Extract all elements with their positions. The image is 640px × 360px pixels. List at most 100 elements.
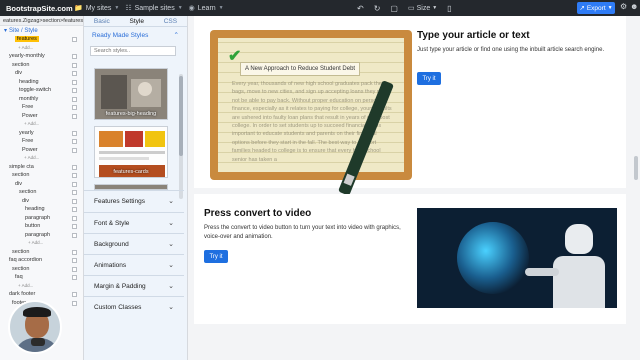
site-style-link[interactable]: ▾ Site / Style	[0, 26, 83, 35]
tree-node[interactable]: features	[0, 35, 83, 44]
tree-node[interactable]: monthly	[0, 95, 83, 104]
visibility-checkbox[interactable]	[72, 88, 77, 93]
tab-style[interactable]: Style	[130, 18, 144, 25]
tree-node[interactable]: div	[0, 180, 83, 189]
tree-node-label: section	[12, 265, 30, 272]
export-button[interactable]: ↗ Export ▼	[577, 2, 615, 14]
size-label: Size	[416, 4, 431, 12]
visibility-checkbox[interactable]	[72, 62, 77, 68]
tree-node[interactable]: dark footer	[0, 290, 83, 299]
visibility-checkbox[interactable]	[72, 130, 77, 136]
canvas-scrollbar[interactable]	[634, 156, 638, 180]
visibility-checkbox[interactable]	[72, 275, 77, 280]
tree-node[interactable]: paragraph	[0, 231, 83, 240]
breadcrumb[interactable]: eatures.Zigzag>section>features 3	[0, 16, 83, 26]
try-it-button[interactable]: Try it	[204, 250, 228, 263]
tree-node[interactable]: Free	[0, 103, 83, 112]
tree-node[interactable]: yearly	[0, 129, 83, 138]
monitor-icon: ▭	[407, 5, 415, 12]
size-dropdown[interactable]: ▭ Size ▼	[407, 4, 437, 13]
undo-icon[interactable]: ↶	[357, 4, 364, 13]
tree-node[interactable]: section	[0, 265, 83, 274]
scrollbar-thumb[interactable]	[179, 76, 183, 156]
tree-node[interactable]: div	[0, 69, 83, 78]
tree-node[interactable]: simple cta	[0, 163, 83, 172]
visibility-checkbox[interactable]	[72, 198, 77, 204]
tab-css[interactable]: CSS	[164, 18, 177, 25]
features-section-top[interactable]: ✔ A New Approach to Reduce Student Debt …	[194, 16, 626, 196]
tree-node-label: + Add...	[28, 240, 44, 245]
style-thumbnail[interactable]: features-big-heading	[94, 68, 168, 120]
tree-node-label: div	[15, 70, 23, 76]
try-it-button[interactable]: Try it	[417, 72, 441, 85]
pinboard-image: ✔ A New Approach to Reduce Student Debt …	[210, 30, 412, 196]
section-label: Features Settings	[94, 197, 145, 205]
tree-node[interactable]: yearly-monthly	[0, 52, 83, 61]
tree-node[interactable]: section	[0, 61, 83, 70]
background-section[interactable]: Background ⌄	[84, 233, 184, 254]
tree-node[interactable]: Free	[0, 137, 83, 146]
visibility-checkbox[interactable]	[72, 96, 77, 102]
animations-section[interactable]: Animations ⌄	[84, 254, 184, 275]
sample-sites-menu[interactable]: ☷ Sample sites ▼	[125, 4, 182, 13]
tree-add-item[interactable]: + Add...	[0, 239, 83, 248]
visibility-checkbox[interactable]	[72, 232, 77, 238]
tree-add-item[interactable]: + Add...	[0, 120, 83, 129]
visibility-checkbox[interactable]	[72, 164, 77, 170]
visibility-checkbox[interactable]	[72, 105, 77, 110]
style-thumbnail[interactable]: features-cards	[94, 126, 168, 178]
visibility-checkbox[interactable]	[72, 249, 77, 255]
visibility-checkbox[interactable]	[72, 37, 77, 42]
visibility-checkbox[interactable]	[72, 258, 77, 263]
visibility-checkbox[interactable]	[72, 54, 77, 59]
visibility-checkbox[interactable]	[72, 207, 77, 212]
section-label: Font & Style	[94, 219, 130, 227]
tab-basic[interactable]: Basic	[94, 18, 110, 25]
user-icon[interactable]: ☻	[630, 2, 638, 11]
visibility-checkbox[interactable]	[72, 71, 77, 76]
my-sites-menu[interactable]: 📁 My sites ▼	[74, 4, 119, 13]
visibility-checkbox[interactable]	[72, 292, 77, 297]
tree-add-item[interactable]: + Add...	[0, 44, 83, 53]
tree-node[interactable]: heading	[0, 78, 83, 87]
visibility-checkbox[interactable]	[72, 300, 77, 306]
style-search-input[interactable]	[90, 46, 176, 56]
tree-add-item[interactable]: + Add...	[0, 154, 83, 163]
tree-node-label: heading	[19, 78, 39, 85]
visibility-checkbox[interactable]	[72, 113, 77, 119]
tree-node[interactable]: toggle-switch	[0, 86, 83, 95]
visibility-checkbox[interactable]	[72, 266, 77, 272]
styles-scrollbar[interactable]	[179, 74, 183, 199]
visibility-checkbox[interactable]	[72, 215, 77, 221]
visibility-checkbox[interactable]	[72, 173, 77, 178]
learn-menu[interactable]: ◉ Learn ▼	[189, 4, 224, 13]
tree-node[interactable]: faq	[0, 273, 83, 282]
ready-made-styles-header[interactable]: Ready Made Styles ⌃	[84, 27, 187, 43]
features-settings-section[interactable]: Features Settings ⌄	[84, 190, 184, 211]
visibility-checkbox[interactable]	[72, 181, 77, 187]
tree-node[interactable]: section	[0, 171, 83, 180]
mobile-icon[interactable]: ▯	[447, 4, 451, 13]
brand-logo[interactable]: BootstrapSite.com	[0, 4, 73, 13]
refresh-icon[interactable]: ↻	[374, 4, 381, 13]
tree-node[interactable]: faq accordion	[0, 256, 83, 265]
custom-classes-section[interactable]: Custom Classes ⌄	[84, 296, 184, 317]
visibility-checkbox[interactable]	[72, 147, 77, 153]
tree-node[interactable]: section	[0, 248, 83, 257]
gear-icon[interactable]: ⚙	[620, 2, 627, 11]
visibility-checkbox[interactable]	[72, 190, 77, 195]
tree-node[interactable]: Power	[0, 146, 83, 155]
visibility-checkbox[interactable]	[72, 224, 77, 229]
margin-padding-section[interactable]: Margin & Padding ⌄	[84, 275, 184, 296]
visibility-checkbox[interactable]	[72, 139, 77, 144]
font-style-section[interactable]: Font & Style ⌄	[84, 212, 184, 233]
tree-add-item[interactable]: + Add...	[0, 282, 83, 291]
tree-node[interactable]: div	[0, 197, 83, 206]
tree-node[interactable]: Power	[0, 112, 83, 121]
tree-node[interactable]: section	[0, 188, 83, 197]
tree-node[interactable]: heading	[0, 205, 83, 214]
visibility-checkbox[interactable]	[72, 79, 77, 85]
preview-icon[interactable]: ▢	[390, 4, 398, 13]
tree-node[interactable]: paragraph	[0, 214, 83, 223]
tree-node[interactable]: button	[0, 222, 83, 231]
